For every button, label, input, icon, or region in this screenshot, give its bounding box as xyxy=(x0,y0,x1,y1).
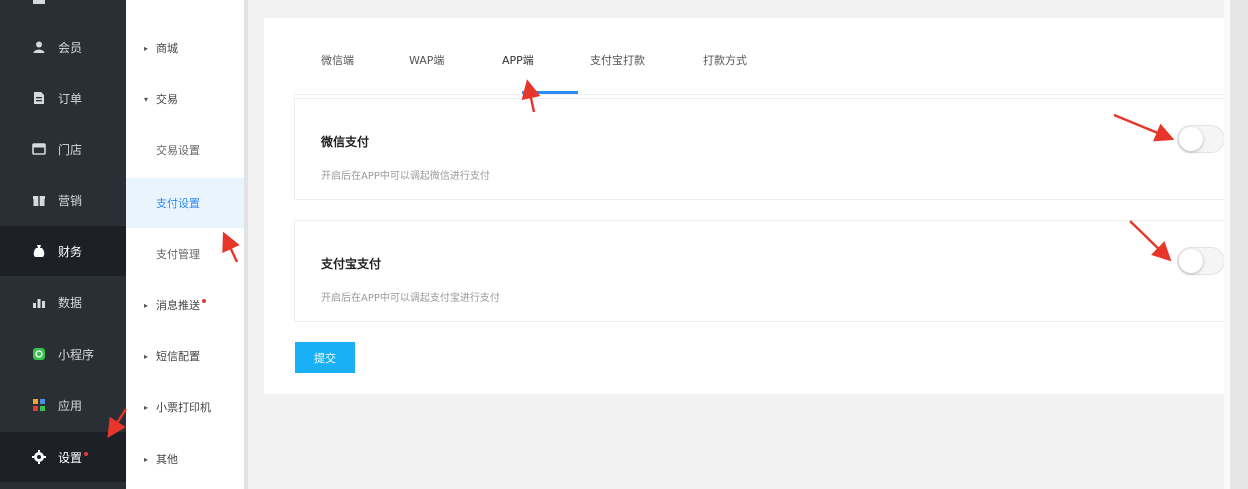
alipay-toggle[interactable] xyxy=(1177,247,1225,275)
active-tab-indicator xyxy=(522,91,578,94)
settings-subnav: ▸ 商城 ▾ 交易 交易设置 支付设置 支付管理 ▸ 消息推送 ▸ 短信配置 ▸… xyxy=(126,0,248,489)
document-icon xyxy=(32,91,46,105)
sidebar-item-overview[interactable] xyxy=(0,0,126,24)
miniprogram-icon xyxy=(32,347,46,361)
chart-icon xyxy=(32,0,46,6)
subnav-item-trade-settings[interactable]: 交易设置 xyxy=(126,127,244,173)
alipay-description: 开启后在APP中可以调起支付宝进行支付 xyxy=(321,293,500,304)
sidebar-item-orders[interactable]: 订单 xyxy=(0,73,126,123)
sidebar-item-apps[interactable]: 应用 xyxy=(0,380,126,430)
tab-wechat[interactable]: 微信端 xyxy=(321,52,354,80)
store-icon xyxy=(32,142,46,156)
subnav-item-payment-settings[interactable]: 支付设置 xyxy=(126,178,244,228)
submit-button[interactable]: 提交 xyxy=(295,342,355,373)
gear-icon xyxy=(32,450,46,464)
user-icon xyxy=(32,40,46,54)
caret-right-icon: ▸ xyxy=(144,351,149,361)
tab-alipay-payout[interactable]: 支付宝打款 xyxy=(590,52,645,80)
wechat-pay-toggle[interactable] xyxy=(1177,125,1225,153)
subnav-item-payment-management[interactable]: 支付管理 xyxy=(126,231,244,277)
platform-tabs: 微信端 WAP端 APP端 支付宝打款 打款方式 xyxy=(294,46,1224,95)
sidebar-item-miniprogram[interactable]: 小程序 xyxy=(0,329,126,379)
sidebar-item-finance[interactable]: 财务 xyxy=(0,226,126,276)
tab-payout-method[interactable]: 打款方式 xyxy=(703,52,747,80)
sidebar-item-label: 设置 xyxy=(58,451,83,465)
toggle-knob xyxy=(1179,249,1203,273)
tab-wap[interactable]: WAP端 xyxy=(409,52,444,80)
sidebar-item-marketing[interactable]: 营销 xyxy=(0,175,126,225)
wechat-pay-description: 开启后在APP中可以调起微信进行支付 xyxy=(321,171,490,182)
apps-grid-icon xyxy=(32,398,46,412)
caret-right-icon: ▸ xyxy=(144,454,149,464)
wechat-pay-section: 微信支付 开启后在APP中可以调起微信进行支付 xyxy=(294,98,1225,200)
right-gutter xyxy=(1224,0,1248,489)
alipay-title: 支付宝支付 xyxy=(321,257,382,271)
caret-right-icon: ▸ xyxy=(144,43,149,53)
sidebar-item-members[interactable]: 会员 xyxy=(0,22,126,72)
money-bag-icon xyxy=(32,244,46,258)
subnav-item-sms-config[interactable]: ▸ 短信配置 xyxy=(126,333,244,379)
bar-chart-icon xyxy=(32,295,46,309)
sidebar-item-stores[interactable]: 门店 xyxy=(0,124,126,174)
alipay-section: 支付宝支付 开启后在APP中可以调起支付宝进行支付 xyxy=(294,220,1225,322)
tab-app[interactable]: APP端 xyxy=(502,52,534,80)
sidebar-item-data[interactable]: 数据 xyxy=(0,277,126,327)
subnav-item-mall[interactable]: ▸ 商城 xyxy=(126,25,244,71)
caret-right-icon: ▸ xyxy=(144,300,149,310)
subnav-item-message-push[interactable]: ▸ 消息推送 xyxy=(126,282,244,328)
notification-dot xyxy=(202,299,206,303)
caret-right-icon: ▸ xyxy=(144,402,149,412)
toggle-knob xyxy=(1179,127,1203,151)
sidebar-item-settings[interactable]: 设置 xyxy=(0,432,126,482)
gift-icon xyxy=(32,193,46,207)
caret-down-icon: ▾ xyxy=(144,94,149,104)
payment-settings-card: 微信端 WAP端 APP端 支付宝打款 打款方式 微信支付 开启后在APP中可以… xyxy=(264,18,1225,394)
wechat-pay-title: 微信支付 xyxy=(321,135,370,149)
subnav-item-other[interactable]: ▸ 其他 xyxy=(126,436,244,482)
subnav-item-label: 消息推送 xyxy=(156,299,200,312)
notification-dot xyxy=(84,452,89,456)
subnav-item-trade[interactable]: ▾ 交易 xyxy=(126,76,244,122)
main-sidebar: 会员 订单 门店 营销 财务 数据 小程序 应用 设置 xyxy=(0,0,126,489)
subnav-item-receipt-printer[interactable]: ▸ 小票打印机 xyxy=(126,384,244,430)
gutter-strip xyxy=(1224,0,1230,489)
